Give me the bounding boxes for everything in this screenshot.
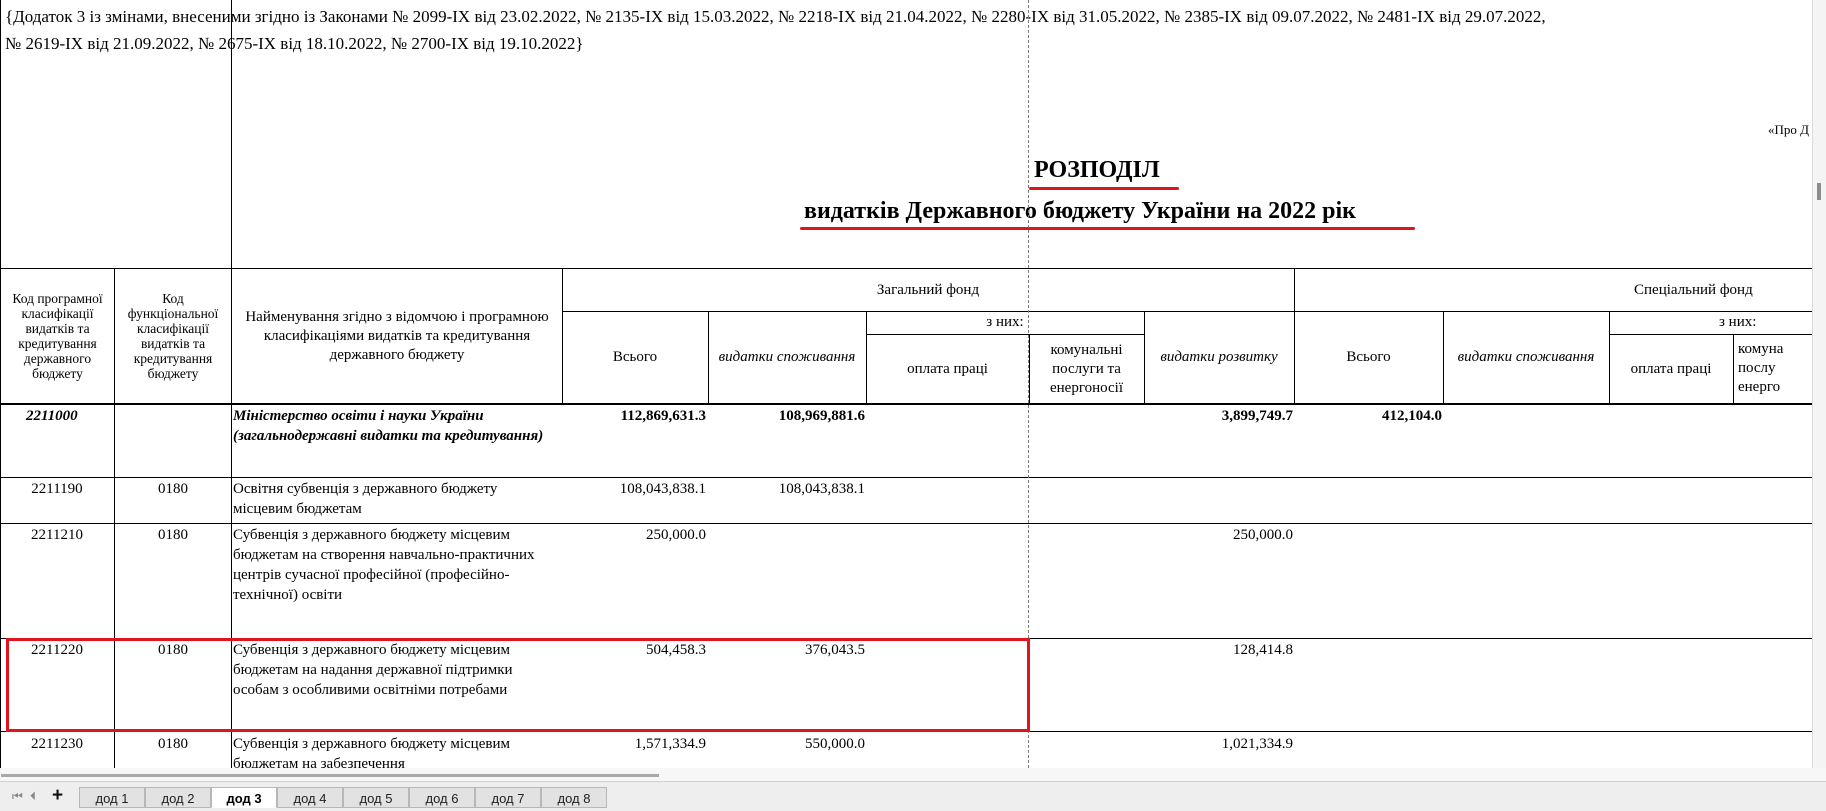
header-code-program: Код програмної класифікації видатків та …: [12, 291, 103, 381]
header-wages: оплата праці: [907, 360, 988, 377]
title-underline-mark: [1029, 187, 1179, 190]
row-code: 2211230: [31, 736, 83, 752]
header-sp-of-which: з них:: [1719, 314, 1757, 330]
grid-line: [0, 268, 1812, 269]
sheet-tab-dod4[interactable]: дод 4: [277, 787, 343, 808]
prev-sheet-icon[interactable]: ⏴: [30, 789, 36, 804]
row-func-code: 0180: [158, 527, 188, 543]
grid-line: [1733, 334, 1734, 404]
page-subtitle: видатків Державного бюджету України на 2…: [804, 198, 1356, 224]
header-utilities: комунальні послуги та енергоносії: [1049, 341, 1123, 396]
row-total: 112,869,631.3: [620, 408, 706, 424]
grid-line: [0, 403, 1812, 405]
sheet-tab-dod7[interactable]: дод 7: [475, 787, 541, 808]
highlight-box: [6, 638, 1030, 732]
vertical-scrollbar[interactable]: [1812, 0, 1826, 768]
sheet-tab-dod6[interactable]: дод 6: [409, 787, 475, 808]
page-title: РОЗПОДІЛ: [1034, 157, 1160, 183]
header-sp-consumption: видатки споживання: [1457, 349, 1595, 365]
amendment-note-line2: № 2619-IX від 21.09.2022, № 2675-IX від …: [5, 34, 584, 53]
sheet-tab-dod8[interactable]: дод 8: [541, 787, 607, 808]
header-development: видатки розвитку: [1160, 349, 1278, 365]
row-consumption: 108,969,881.6: [778, 408, 865, 424]
header-total: Всього: [612, 349, 658, 365]
row-name: Субвенція з державного бюджету місцевим …: [233, 527, 535, 603]
row-development: 250,000.0: [1233, 527, 1293, 543]
row-total: 108,043,838.1: [619, 481, 706, 497]
row-func-code: 0180: [158, 736, 188, 752]
row-consumption: 108,043,838.1: [778, 481, 865, 497]
subtitle-underline-mark: [800, 227, 1415, 230]
header-of-which: з них:: [986, 314, 1024, 330]
grid-line: [0, 523, 1812, 524]
header-name: Найменування згідно з відомчою і програм…: [245, 308, 549, 363]
row-total: 1,571,334.9: [634, 736, 706, 752]
row-name: Міністерство освіти і науки України (заг…: [233, 408, 544, 444]
sheet-tab-bar: ⏮ ⏴ + дод 1 дод 2 дод 3 дод 4 дод 5 дод …: [0, 781, 1826, 811]
first-sheet-icon[interactable]: ⏮: [12, 789, 23, 804]
header-sp-total: Всього: [1346, 349, 1391, 365]
vertical-scrollbar-thumb[interactable]: [1817, 183, 1821, 200]
row-name: Освітня субвенція з державного бюджету м…: [233, 481, 498, 517]
horizontal-scrollbar[interactable]: [0, 768, 1826, 781]
row-development: 1,021,334.9: [1221, 736, 1293, 752]
row-consumption: 550,000.0: [805, 736, 865, 752]
grid-line: [0, 0, 1, 768]
header-code-function: Код функціональної класифікації видатків…: [127, 291, 219, 381]
sheet-tab-dod3[interactable]: дод 3: [211, 787, 277, 808]
row-development: 128,414.8: [1233, 642, 1293, 658]
row-name: Субвенція з державного бюджету місцевим …: [233, 736, 510, 768]
header-sp-utilities: комуна послу енерго: [1738, 341, 1784, 395]
header-consumption: видатки споживання: [718, 349, 856, 365]
horizontal-scrollbar-thumb[interactable]: [1, 774, 659, 777]
grid-line: [0, 477, 1812, 478]
header-general-fund: Загальний фонд: [876, 281, 980, 298]
row-code: 2211210: [31, 527, 83, 543]
row-func-code: 0180: [158, 481, 188, 497]
sheet-tab-dod2[interactable]: дод 2: [145, 787, 211, 808]
row-code: 2211000: [26, 408, 78, 424]
law-reference-text: «Про Д: [1768, 122, 1810, 137]
header-special-fund: Спеціальний фонд: [1634, 281, 1753, 298]
header-sp-wages: оплата праці: [1630, 360, 1712, 377]
sheet-tab-dod5[interactable]: дод 5: [343, 787, 409, 808]
row-sp-total: 412,104.0: [1382, 408, 1442, 424]
add-sheet-icon[interactable]: +: [52, 785, 63, 807]
spreadsheet-sheet: {Додаток 3 із змінами, внесеними згідно …: [0, 0, 1812, 768]
sheet-tab-dod1[interactable]: дод 1: [79, 787, 145, 808]
amendment-note-line1: {Додаток 3 із змінами, внесеними згідно …: [5, 7, 1546, 26]
row-code: 2211190: [31, 481, 83, 497]
row-total: 250,000.0: [646, 527, 706, 543]
row-development: 3,899,749.7: [1221, 408, 1293, 424]
